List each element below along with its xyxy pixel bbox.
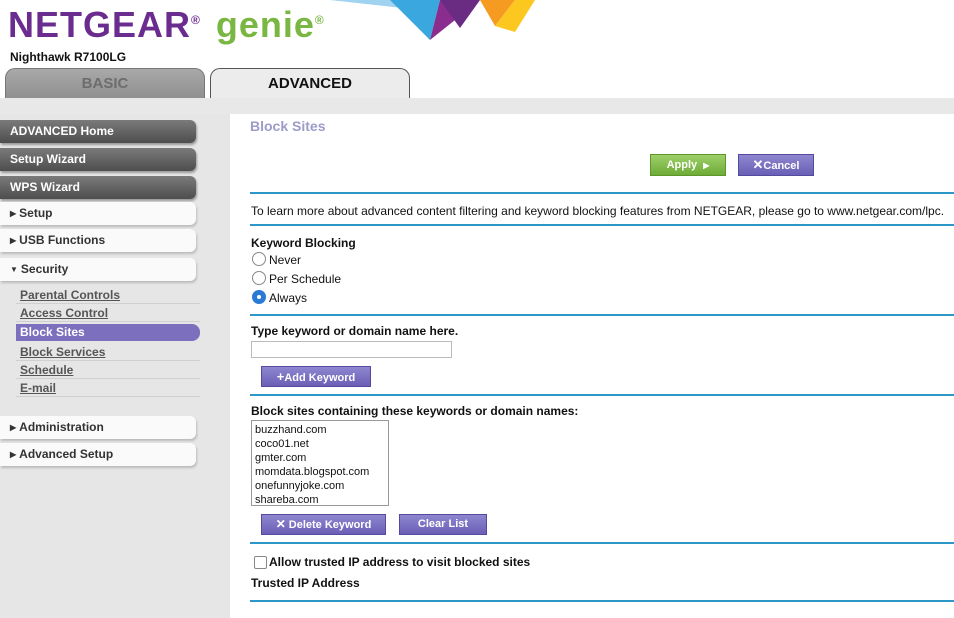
netgear-logo: NETGEAR® genie®	[8, 4, 325, 46]
trusted-ip-label: Trusted IP Address	[251, 576, 360, 590]
genie-logo-graphic	[330, 0, 535, 40]
allow-trusted-label: Allow trusted IP address to visit blocke…	[269, 555, 531, 569]
radio-label: Always	[269, 291, 308, 305]
delete-keyword-button[interactable]: ✕ Delete Keyword	[261, 514, 386, 535]
keyword-blocking-label: Keyword Blocking	[251, 236, 356, 250]
sidebar-item-label: Setup	[19, 206, 53, 220]
list-item[interactable]: gmter.com	[255, 451, 385, 465]
radio-always[interactable]: Always	[252, 290, 307, 306]
chevron-right-icon: ▶	[10, 209, 17, 218]
chevron-right-icon: ▶	[10, 423, 17, 432]
sidebar-item-label: Administration	[19, 420, 104, 434]
add-keyword-label: Add Keyword	[284, 372, 356, 384]
sidebar-subitem-schedule[interactable]: Schedule	[16, 362, 200, 379]
delete-keyword-label: Delete Keyword	[288, 519, 372, 531]
chevron-right-icon: ▶	[10, 450, 17, 459]
clear-list-button[interactable]: Clear List	[399, 514, 487, 535]
brand-name: NETGEAR	[8, 4, 192, 45]
main-tabs: BASIC ADVANCED	[0, 68, 954, 100]
sidebar-subitem-block-services[interactable]: Block Services	[16, 344, 200, 361]
sidebar-item-setup-wizard[interactable]: Setup Wizard	[0, 148, 196, 171]
divider	[250, 542, 954, 544]
sidebar-item-wps-wizard[interactable]: WPS Wizard	[0, 176, 196, 199]
chevron-right-icon: ▶	[10, 236, 17, 245]
brand-product: genie	[215, 4, 315, 45]
sidebar-subitem-email[interactable]: E-mail	[16, 380, 200, 397]
tab-underline	[0, 98, 954, 114]
cancel-label: Cancel	[763, 160, 800, 172]
keyword-input[interactable]	[251, 341, 452, 358]
radio-per-schedule[interactable]: Per Schedule	[252, 271, 341, 287]
divider	[250, 600, 954, 602]
sidebar-item-label: Security	[20, 262, 69, 276]
sidebar-item-advanced-home[interactable]: ADVANCED Home	[0, 120, 196, 143]
brand-reg-mark: ®	[191, 13, 201, 27]
tab-advanced[interactable]: ADVANCED	[210, 68, 410, 100]
list-item[interactable]: buzzhand.com	[255, 423, 385, 437]
sidebar-subitem-parental-controls[interactable]: Parental Controls	[16, 287, 200, 304]
radio-button[interactable]	[252, 252, 266, 266]
radio-label: Per Schedule	[269, 272, 342, 286]
list-item[interactable]: coco01.net	[255, 437, 385, 451]
sidebar-item-label: USB Functions	[19, 233, 106, 247]
chevron-down-icon: ▼	[10, 265, 18, 274]
radio-button-selected[interactable]	[252, 290, 266, 304]
add-keyword-button[interactable]: +Add Keyword	[261, 366, 371, 387]
list-item[interactable]: shareba.com	[255, 493, 385, 505]
divider	[250, 192, 954, 194]
close-icon: ✕	[275, 517, 286, 531]
list-item[interactable]: onefunnyjoke.com	[255, 479, 385, 493]
allow-trusted-checkbox[interactable]	[254, 556, 267, 569]
close-icon: ✕	[752, 157, 764, 172]
radio-label: Never	[269, 253, 302, 267]
list-item[interactable]: momdata.blogspot.com	[255, 465, 385, 479]
info-text: To learn more about advanced content fil…	[251, 204, 945, 218]
router-model: Nighthawk R7100LG	[10, 50, 127, 64]
tab-basic[interactable]: BASIC	[5, 68, 205, 100]
sidebar: ADVANCED Home Setup Wizard WPS Wizard ▶ S…	[0, 114, 230, 618]
play-arrow-icon: ▶	[703, 161, 710, 170]
sidebar-item-administration[interactable]: ▶ Administration	[0, 416, 196, 439]
sidebar-item-advanced-setup[interactable]: ▶ Advanced Setup	[0, 443, 196, 466]
product-reg-mark: ®	[314, 13, 325, 27]
main-content: Block Sites Apply ▶ ✕Cancel To learn mor…	[230, 114, 954, 618]
page-title: Block Sites	[250, 118, 326, 134]
sidebar-subitem-access-control[interactable]: Access Control	[16, 305, 200, 322]
divider	[250, 394, 954, 396]
divider	[250, 224, 954, 226]
radio-never[interactable]: Never	[252, 252, 301, 268]
sidebar-item-label: Advanced Setup	[19, 447, 114, 461]
keyword-input-label: Type keyword or domain name here.	[251, 324, 459, 338]
radio-button[interactable]	[252, 271, 266, 285]
sidebar-subitem-block-sites[interactable]: Block Sites	[16, 324, 200, 341]
apply-label: Apply	[666, 159, 698, 171]
apply-button[interactable]: Apply ▶	[650, 154, 726, 176]
sidebar-item-security[interactable]: ▼ Security	[0, 258, 196, 281]
cancel-button[interactable]: ✕Cancel	[738, 154, 814, 176]
sidebar-item-usb-functions[interactable]: ▶ USB Functions	[0, 229, 196, 252]
blocked-list-label: Block sites containing these keywords or…	[251, 404, 579, 418]
sidebar-item-setup[interactable]: ▶ Setup	[0, 202, 196, 225]
divider	[250, 314, 954, 316]
blocked-sites-listbox[interactable]: buzzhand.com coco01.net gmter.com momdat…	[251, 420, 389, 506]
